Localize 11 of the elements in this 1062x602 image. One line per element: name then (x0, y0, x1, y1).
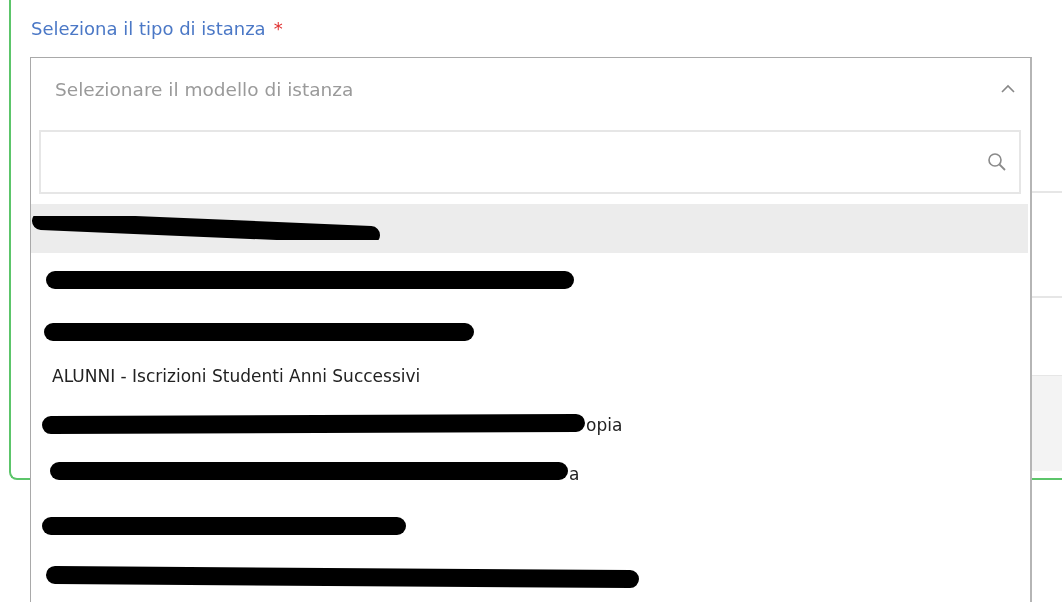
option-text: opia (586, 414, 623, 435)
dropdown-option[interactable] (31, 204, 1028, 253)
required-mark: * (273, 18, 283, 39)
option-text: ALUNNI - Iscrizioni Studenti Anni Successivi (52, 365, 421, 386)
search-field[interactable] (39, 130, 1021, 194)
option-text: a (569, 463, 580, 484)
field-label: Seleziona il tipo di istanza (31, 18, 266, 39)
chevron-up-icon[interactable] (1000, 84, 1016, 94)
select-placeholder: Selezionare il modello di istanza (55, 78, 354, 100)
search-icon (987, 152, 1007, 172)
dropdown[interactable]: Selezionare il modello di istanza ALUNNI - Iscrizioni Studenti Anni Successivi opia a (30, 57, 1032, 602)
